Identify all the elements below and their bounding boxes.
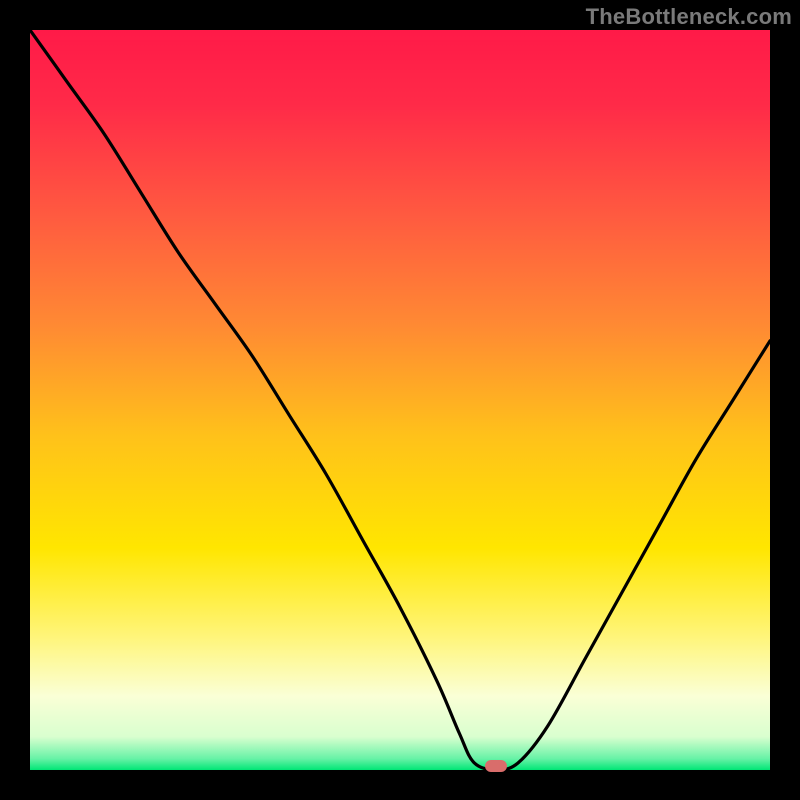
- bottleneck-curve: [30, 30, 770, 770]
- chart-frame: TheBottleneck.com: [0, 0, 800, 800]
- watermark-label: TheBottleneck.com: [586, 4, 792, 30]
- optimal-point-marker: [485, 760, 507, 772]
- plot-area: [30, 30, 770, 770]
